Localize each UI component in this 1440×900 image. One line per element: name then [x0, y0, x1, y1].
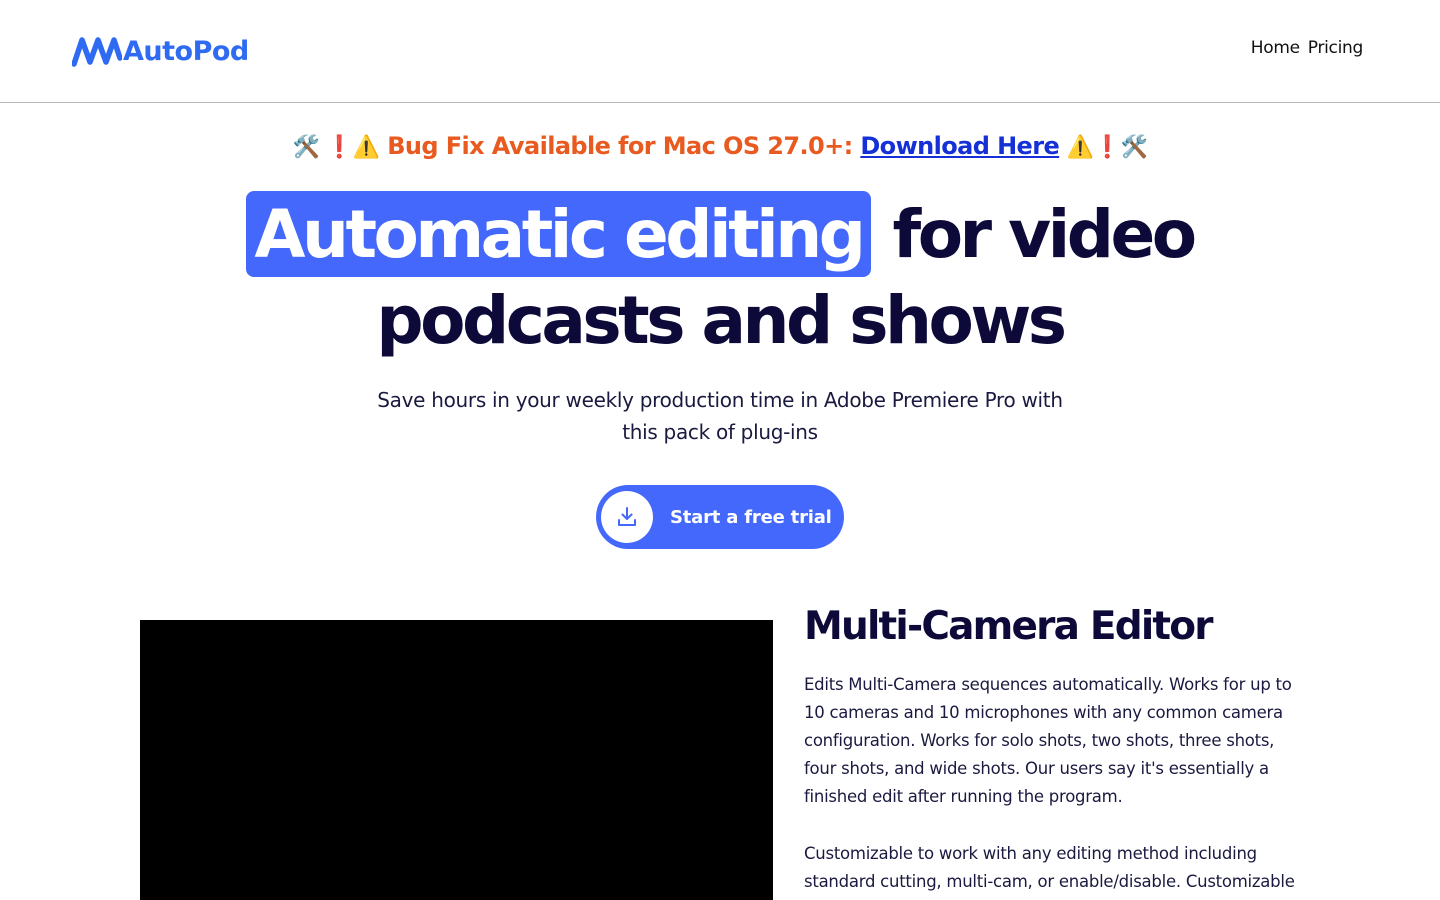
feature-description: Edits Multi-Camera sequences automatical…	[804, 675, 1292, 806]
hero-highlight: Automatic editing	[246, 191, 871, 277]
logo-text: AutoPod	[123, 35, 249, 67]
waveform-logo-icon	[72, 37, 122, 67]
feature-description-2: Customizable to work with any editing me…	[804, 844, 1295, 891]
feature-title: Multi-Camera Editor	[804, 604, 1214, 649]
hero-subtitle: Save hours in your weekly production tim…	[377, 388, 1063, 444]
nav-home-link[interactable]: Home	[1251, 38, 1300, 58]
announcement-banner: 🛠️ ❗⚠️ Bug Fix Available for Mac OS 27.0…	[0, 132, 1440, 160]
announcement-emoji-right: ⚠️❗🛠️	[1066, 135, 1148, 160]
video-player[interactable]	[140, 620, 773, 900]
start-free-trial-button[interactable]: Start a free trial	[596, 485, 844, 549]
main-nav: Home Pricing	[1251, 38, 1364, 58]
hero-title-line1: Automatic editing for video	[0, 191, 1440, 277]
nav-pricing-link[interactable]: Pricing	[1308, 38, 1364, 58]
announcement-emoji-left: 🛠️ ❗⚠️	[292, 135, 380, 160]
cta-label: Start a free trial	[670, 506, 832, 528]
site-header: AutoPod Home Pricing	[0, 0, 1440, 103]
announcement-message: Bug Fix Available for Mac OS 27.0+:	[387, 132, 861, 160]
download-icon	[601, 491, 653, 543]
hero-title-rest: for video	[892, 195, 1198, 273]
logo-link[interactable]: AutoPod	[72, 34, 249, 68]
hero-title-line2: podcasts and shows	[376, 282, 1067, 359]
download-here-link[interactable]: Download Here	[860, 132, 1059, 160]
